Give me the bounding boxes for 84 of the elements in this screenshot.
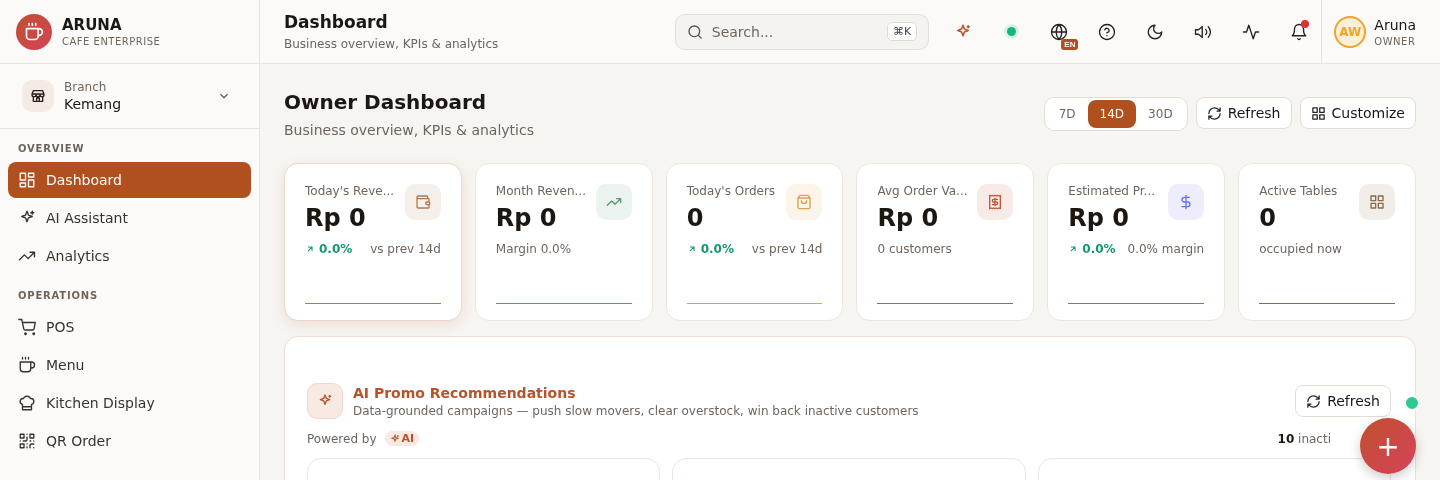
sparkle-icon	[389, 433, 400, 444]
bell-icon	[1290, 22, 1309, 41]
range-tab[interactable]: 7D	[1046, 100, 1088, 128]
kpi-note: vs prev 14d	[751, 242, 823, 256]
nav-item[interactable]: Kitchen Display	[8, 385, 251, 421]
brand-subtitle: CAFE ENTERPRISE	[62, 36, 161, 47]
promo-title: AI Promo Recommendations	[353, 384, 577, 401]
inactive-count: 10 inacti	[1277, 431, 1331, 446]
kpi-label: Month Reven...	[495, 184, 586, 198]
refresh-button[interactable]: Refresh	[1195, 97, 1292, 129]
cart-icon	[18, 318, 36, 336]
kpi-label: Today's Reve...	[305, 184, 395, 198]
arrow-up-right-icon	[1068, 244, 1079, 254]
nav-item[interactable]: QR Order	[8, 423, 251, 459]
kpi-value: Rp 0	[305, 204, 367, 232]
kpi-note: vs prev 14d	[370, 242, 441, 256]
kpi-value: 0	[686, 204, 705, 232]
moon-icon	[1146, 22, 1165, 41]
range-tab[interactable]: 14D	[1087, 100, 1137, 128]
kpi-value: Rp 0	[1068, 204, 1131, 232]
wallet-icon	[404, 184, 441, 220]
brand-name: ARUNA	[62, 16, 123, 34]
kpi-label: Active Tables	[1259, 184, 1338, 198]
cup-icon	[18, 356, 36, 374]
section-heading: OVERVIEW	[17, 142, 86, 156]
kpi-value: Rp 0	[877, 204, 940, 232]
user-name: Aruna	[1374, 16, 1416, 33]
store-icon	[22, 80, 54, 112]
kpi-value: Rp 0	[495, 204, 558, 232]
logo-icon	[16, 13, 52, 50]
language-button[interactable]: EN	[1037, 11, 1082, 52]
kpi-change: 0.0%	[700, 242, 734, 256]
kpi-card[interactable]: Avg Order Va... Rp 0 0 customers	[856, 163, 1035, 321]
globe-icon	[1050, 22, 1069, 41]
customize-button[interactable]: Customize	[1299, 97, 1416, 129]
kpi-label: Avg Order Va...	[877, 184, 968, 198]
range-tab[interactable]: 30D	[1136, 100, 1185, 128]
page-title: Dashboard	[284, 12, 389, 32]
help-icon	[1098, 22, 1117, 41]
chef-hat-icon	[18, 394, 36, 412]
kpi-change: 0.0%	[1082, 242, 1116, 256]
kpi-note: 0 customers	[877, 242, 952, 256]
dollar-icon	[1168, 184, 1205, 220]
kpi-label: Estimated Pr...	[1068, 184, 1156, 198]
kpi-card[interactable]: Today's Orders 0 0.0% vs prev 14d	[665, 163, 844, 321]
kpi-note: 0.0% margin	[1127, 242, 1205, 256]
search-icon	[686, 23, 703, 40]
kpi-label: Today's Orders	[686, 184, 776, 198]
page-subtitle: Business overview, KPIs & analytics	[284, 37, 500, 51]
grid-icon	[1310, 105, 1326, 121]
branch-selector[interactable]: Branch Kemang	[14, 76, 245, 116]
powered-by-label: Powered by	[307, 431, 377, 446]
arrow-up-right-icon	[305, 244, 315, 254]
nav-item[interactable]: POS	[8, 309, 251, 345]
dashboard-icon	[18, 171, 36, 189]
promo-description: Data-grounded campaigns — push slow movers, clear overstock, win back inactive customers	[353, 403, 920, 418]
dashboard-title: Owner Dashboard	[284, 90, 488, 114]
user-role: OWNER	[1374, 35, 1416, 47]
dashboard-subtitle: Business overview, KPIs & analytics	[284, 122, 534, 138]
qr-code-icon	[18, 432, 36, 450]
nav-item[interactable]: Dashboard	[8, 162, 251, 198]
language-badge: EN	[1061, 38, 1079, 50]
kpi-note: Margin 0.0%	[495, 242, 572, 256]
refresh-icon	[1206, 105, 1222, 121]
refresh-icon	[1306, 393, 1322, 409]
kpi-change: 0.0%	[319, 242, 353, 256]
nav-item[interactable]: Menu	[8, 347, 251, 383]
promo-refresh-button[interactable]: Refresh	[1295, 385, 1391, 417]
kpi-card[interactable]: Estimated Pr... Rp 0 0.0% 0.0% margin	[1047, 163, 1226, 321]
nav-item[interactable]: Analytics	[8, 238, 251, 274]
kpi-card[interactable]: Today's Reve... Rp 0 0.0% vs prev 14d	[284, 163, 462, 321]
sparkle-icon	[307, 383, 343, 419]
bag-icon	[786, 184, 823, 220]
kpi-card[interactable]: Active Tables 0 occupied now	[1238, 163, 1416, 321]
kpi-note: occupied now	[1259, 242, 1342, 256]
pulse-icon	[1242, 22, 1261, 41]
trend-icon	[595, 184, 632, 220]
grid-icon	[1359, 184, 1395, 220]
receipt-icon	[977, 184, 1014, 220]
ai-badge: AI	[384, 431, 420, 446]
kpi-card[interactable]: Month Reven... Rp 0 Margin 0.0%	[474, 163, 653, 321]
section-heading: OPERATIONS	[17, 289, 99, 303]
kpi-value: 0	[1259, 204, 1277, 232]
nav-item[interactable]: AI Assistant	[8, 200, 251, 236]
